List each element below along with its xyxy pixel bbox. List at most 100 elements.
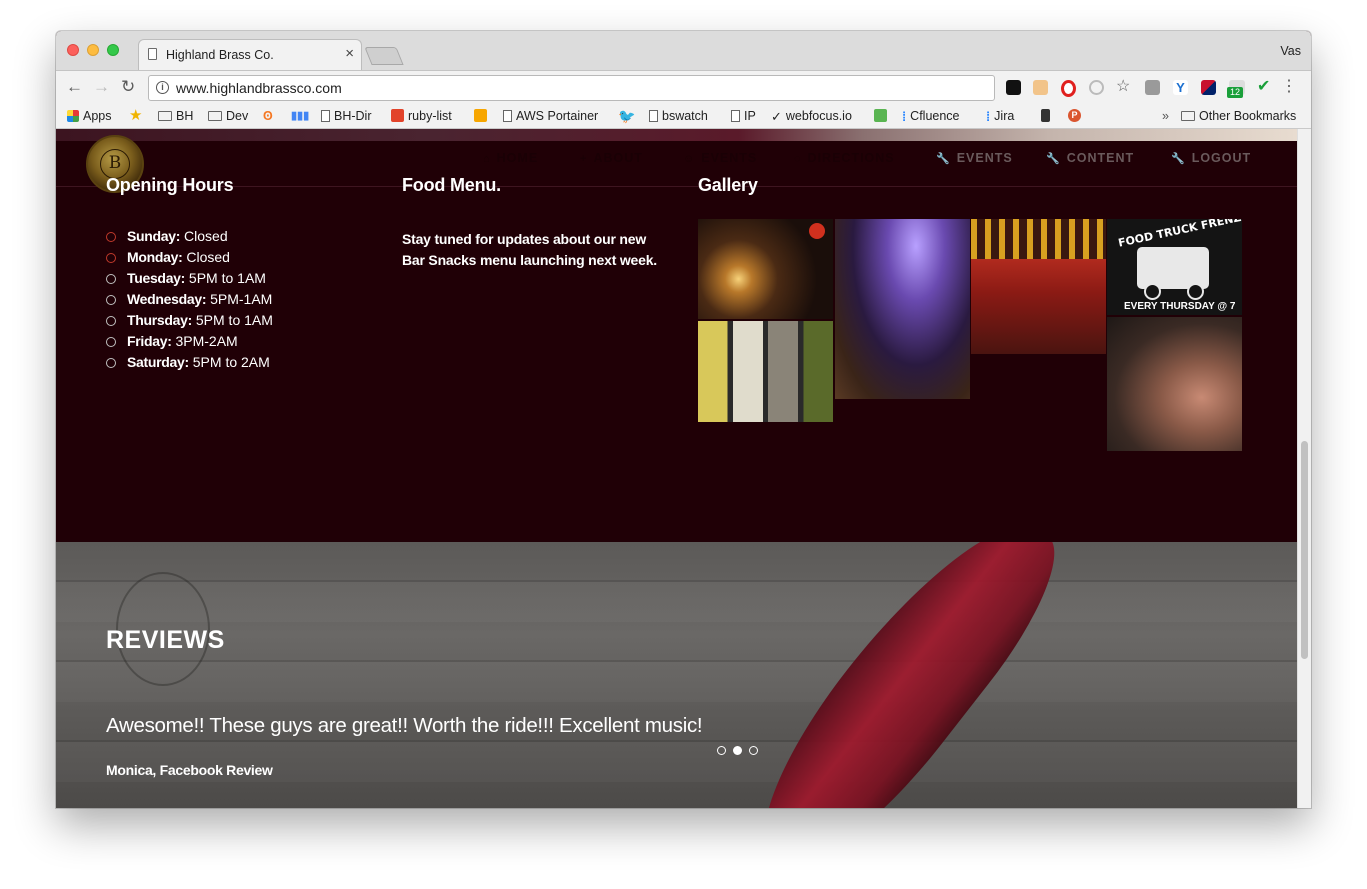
- browser-menu-icon[interactable]: ⋮: [1281, 77, 1297, 97]
- day-hours: Closed: [180, 228, 228, 244]
- new-tab-button[interactable]: [364, 47, 404, 65]
- clock-icon: [106, 316, 116, 326]
- gallery-photo-tattoo[interactable]: [1107, 317, 1242, 451]
- profile-name[interactable]: Vas: [1280, 44, 1301, 58]
- gallery-photo-beer-cans[interactable]: [698, 321, 833, 422]
- minimize-window-button[interactable]: [87, 44, 99, 56]
- folder-icon: [208, 110, 222, 121]
- carousel-dot[interactable]: [749, 746, 758, 755]
- page-scrollbar[interactable]: [1297, 129, 1311, 808]
- bookmark-label: IP: [744, 109, 756, 123]
- hubspot-bookmark-icon[interactable]: ʘ: [263, 108, 273, 124]
- bookmark-bswatch[interactable]: bswatch: [649, 108, 708, 124]
- scrollbar-thumb[interactable]: [1301, 441, 1308, 659]
- bookmark-apps[interactable]: Apps: [67, 108, 112, 124]
- green-bookmark-icon[interactable]: [874, 108, 891, 124]
- browser-toolbar: ← → ↻ i www.highlandbrassco.com ☆ Y 12 ✔…: [56, 70, 1311, 105]
- nav-directions[interactable]: ◌ DIRECTIONS: [794, 151, 895, 165]
- bookmark-label: ruby-list: [408, 109, 452, 123]
- hours-item: Saturday: 5PM to 2AM: [106, 354, 273, 375]
- close-window-button[interactable]: [67, 44, 79, 56]
- ruby-icon: [391, 109, 404, 123]
- page-content: B ⌂ HOME + ABOUT ☺ EVENTS ◌ DIRECTIONS 🔧 EVEN…: [56, 129, 1297, 808]
- clock-icon: [106, 295, 116, 305]
- nav-content[interactable]: 🔧 CONTENT: [1046, 151, 1134, 165]
- flag-extension-icon[interactable]: [1201, 80, 1216, 95]
- vimium-extension-icon[interactable]: Y: [1173, 80, 1188, 95]
- nav-about[interactable]: + ABOUT: [580, 151, 643, 165]
- bookmark-bh-dir[interactable]: BH-Dir: [321, 108, 372, 124]
- bookmark-label: bswatch: [662, 109, 708, 123]
- jetbrains-extension-icon[interactable]: [1006, 80, 1021, 95]
- bookmark-bh[interactable]: BH: [158, 108, 193, 124]
- gallery-photo-bar-interior[interactable]: [835, 219, 970, 399]
- carousel-dot[interactable]: [717, 746, 726, 755]
- hours-item: Friday: 3PM-2AM: [106, 333, 273, 354]
- nav-events-admin[interactable]: 🔧 EVENTS: [936, 151, 1013, 165]
- nav-events-public[interactable]: ☺ EVENTS: [683, 151, 757, 165]
- day-name: Friday:: [127, 333, 172, 349]
- hours-item: Tuesday: 5PM to 1AM: [106, 270, 273, 291]
- clock-icon: [106, 274, 116, 284]
- bookmark-label: Dev: [226, 109, 249, 123]
- info-icon[interactable]: i: [156, 81, 169, 94]
- page-icon: [503, 109, 512, 122]
- zoom-window-button[interactable]: [107, 44, 119, 56]
- page-icon: [649, 109, 658, 122]
- user-icon: ☺: [683, 153, 696, 165]
- wrench-icon: 🔧: [1046, 153, 1061, 165]
- close-tab-icon[interactable]: ×: [345, 45, 354, 63]
- more-bookmarks-icon[interactable]: »: [1162, 108, 1169, 124]
- back-button[interactable]: ←: [66, 77, 83, 97]
- twitter-bookmark-icon[interactable]: 🐦: [618, 108, 635, 124]
- gallery-photo-tap-wall[interactable]: [971, 219, 1106, 354]
- bookmark-label: Apps: [83, 109, 112, 123]
- opera-extension-icon[interactable]: [1061, 80, 1076, 97]
- star-bookmark-icon[interactable]: ★: [129, 108, 142, 124]
- gallery-photo-food-truck[interactable]: FOOD TRUCK FRENZY EVERY THURSDAY @ 7: [1107, 219, 1242, 315]
- nav-logout[interactable]: 🔧 LOGOUT: [1171, 151, 1251, 165]
- plus-icon: +: [580, 153, 588, 165]
- gallery-photo-candle[interactable]: [698, 219, 833, 319]
- bookmark-label: webfocus.io: [785, 109, 852, 123]
- page-icon: [731, 109, 740, 122]
- clock-icon: [106, 337, 116, 347]
- nav-label: LOGOUT: [1191, 151, 1252, 165]
- product-hunt-bookmark-icon[interactable]: P: [1068, 108, 1085, 124]
- check-extension-icon[interactable]: ✔: [1257, 77, 1270, 97]
- carousel-dot-active[interactable]: [733, 746, 742, 755]
- folder-icon: [1181, 110, 1195, 121]
- bookmark-dev[interactable]: Dev: [208, 108, 248, 124]
- browser-tab[interactable]: Highland Brass Co. ×: [138, 39, 362, 70]
- hours-item: Thursday: 5PM to 1AM: [106, 312, 273, 333]
- reload-button[interactable]: ↻: [121, 77, 135, 97]
- bookmark-aws-portainer[interactable]: AWS Portainer: [503, 108, 598, 124]
- face-extension-icon[interactable]: [1033, 80, 1048, 95]
- bookmark-webfocus[interactable]: ✓ webfocus.io: [771, 108, 852, 125]
- confluence-icon: ⁞: [902, 109, 907, 124]
- bookmark-other[interactable]: Other Bookmarks: [1181, 108, 1296, 124]
- box-icon: [474, 109, 487, 123]
- bookmark-jira[interactable]: ⁞ Jira: [986, 108, 1014, 125]
- food-menu-text: Stay tuned for updates about our new Bar…: [402, 231, 657, 268]
- day-hours: Closed: [182, 249, 230, 265]
- url-text[interactable]: www.highlandbrassco.com: [176, 80, 342, 96]
- bookmark-ip[interactable]: IP: [731, 108, 756, 124]
- opening-hours-title: Opening Hours: [106, 175, 234, 195]
- day-name: Tuesday:: [127, 270, 186, 286]
- address-bar[interactable]: i www.highlandbrassco.com: [148, 75, 995, 101]
- bookmark-label: BH: [176, 109, 194, 123]
- figure-bookmark-icon[interactable]: [1041, 108, 1054, 124]
- nav-home[interactable]: ⌂ HOME: [483, 151, 538, 165]
- aws-bookmark-icon[interactable]: [474, 108, 491, 124]
- day-name: Thursday:: [127, 312, 192, 328]
- bookmark-label: Other Bookmarks: [1199, 109, 1297, 123]
- bookmark-ruby-list[interactable]: ruby-list: [391, 108, 452, 124]
- analytics-bookmark-icon[interactable]: ▮▮▮: [291, 108, 309, 124]
- hours-item: Monday: Closed: [106, 249, 273, 270]
- cast-extension-icon[interactable]: [1089, 80, 1104, 95]
- bookmark-star-icon[interactable]: ☆: [1116, 77, 1130, 97]
- forward-button[interactable]: →: [93, 77, 110, 97]
- grey-extension-icon[interactable]: [1145, 80, 1160, 95]
- bookmark-cfluence[interactable]: ⁞ Cfluence: [902, 108, 960, 125]
